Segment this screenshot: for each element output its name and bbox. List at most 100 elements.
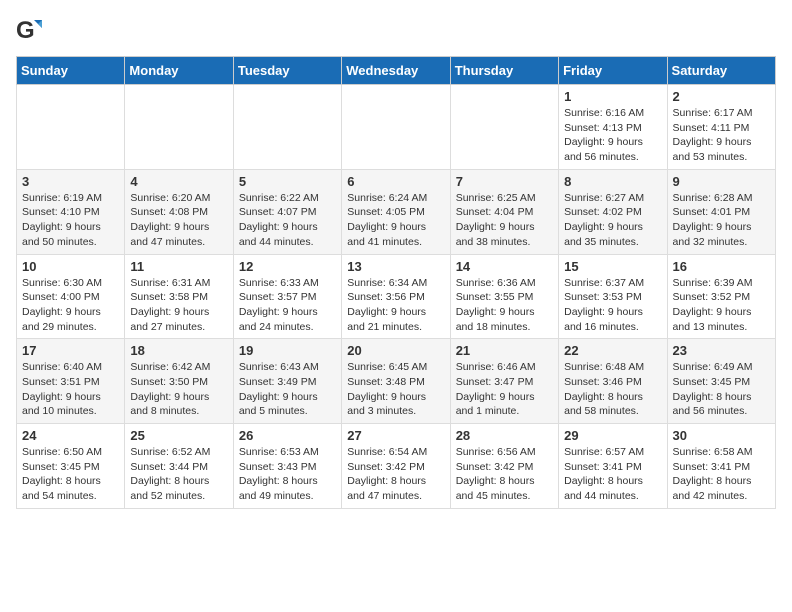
calendar-cell: 25Sunrise: 6:52 AM Sunset: 3:44 PM Dayli…: [125, 424, 233, 509]
calendar-cell: 3Sunrise: 6:19 AM Sunset: 4:10 PM Daylig…: [17, 169, 125, 254]
day-number: 18: [130, 343, 227, 358]
calendar-day-header: Sunday: [17, 57, 125, 85]
calendar-cell: 12 Sunrise: 6:33 AM Sunset: 3:57 PM Dayli…: [233, 254, 341, 339]
calendar-week-row: 3Sunrise: 6:19 AM Sunset: 4:10 PM Daylig…: [17, 169, 776, 254]
day-number: 24: [22, 428, 119, 443]
day-number: 11: [130, 259, 227, 274]
logo: G: [16, 16, 50, 46]
day-number: 3: [22, 174, 119, 189]
calendar-cell: 15 Sunrise: 6:37 AM Sunset: 3:53 PM Dayli…: [559, 254, 667, 339]
calendar-cell: 21Sunrise: 6:46 AM Sunset: 3:47 PM Dayli…: [450, 339, 558, 424]
calendar-day-header: Wednesday: [342, 57, 450, 85]
calendar-cell: 19 Sunrise: 6:43 AM Sunset: 3:49 PM Dayli…: [233, 339, 341, 424]
calendar-cell: 22 Sunrise: 6:48 AM Sunset: 3:46 PM Dayli…: [559, 339, 667, 424]
day-info: Sunrise: 6:36 AM Sunset: 3:55 PM Dayligh…: [456, 276, 553, 335]
day-info: Sunrise: 6:53 AM Sunset: 3:43 PM Dayligh…: [239, 445, 336, 504]
day-number: 5: [239, 174, 336, 189]
calendar-cell: 29Sunrise: 6:57 AM Sunset: 3:41 PM Dayli…: [559, 424, 667, 509]
calendar-cell: 20 Sunrise: 6:45 AM Sunset: 3:48 PM Dayli…: [342, 339, 450, 424]
calendar-header-row: SundayMondayTuesdayWednesdayThursdayFrid…: [17, 57, 776, 85]
calendar-body: 1 Sunrise: 6:16 AM Sunset: 4:13 PM Daylig…: [17, 85, 776, 509]
day-number: 30: [673, 428, 770, 443]
calendar-week-row: 10 Sunrise: 6:30 AM Sunset: 4:00 PM Dayli…: [17, 254, 776, 339]
day-number: 6: [347, 174, 444, 189]
calendar-cell: 13 Sunrise: 6:34 AM Sunset: 3:56 PM Dayli…: [342, 254, 450, 339]
day-info: Sunrise: 6:28 AM Sunset: 4:01 PM Dayligh…: [673, 191, 770, 250]
day-info: Sunrise: 6:37 AM Sunset: 3:53 PM Dayligh…: [564, 276, 661, 335]
day-number: 25: [130, 428, 227, 443]
day-info: Sunrise: 6:46 AM Sunset: 3:47 PM Dayligh…: [456, 360, 553, 419]
day-info: Sunrise: 6:16 AM Sunset: 4:13 PM Dayligh…: [564, 106, 661, 165]
calendar-cell: 14 Sunrise: 6:36 AM Sunset: 3:55 PM Dayli…: [450, 254, 558, 339]
day-number: 7: [456, 174, 553, 189]
day-number: 17: [22, 343, 119, 358]
day-info: Sunrise: 6:17 AM Sunset: 4:11 PM Dayligh…: [673, 106, 770, 165]
calendar-cell: 16 Sunrise: 6:39 AM Sunset: 3:52 PM Dayli…: [667, 254, 775, 339]
day-info: Sunrise: 6:20 AM Sunset: 4:08 PM Dayligh…: [130, 191, 227, 250]
day-number: 22: [564, 343, 661, 358]
day-number: 4: [130, 174, 227, 189]
day-info: Sunrise: 6:39 AM Sunset: 3:52 PM Dayligh…: [673, 276, 770, 335]
day-number: 16: [673, 259, 770, 274]
header: G: [16, 16, 776, 46]
calendar-week-row: 24Sunrise: 6:50 AM Sunset: 3:45 PM Dayli…: [17, 424, 776, 509]
day-info: Sunrise: 6:40 AM Sunset: 3:51 PM Dayligh…: [22, 360, 119, 419]
day-info: Sunrise: 6:57 AM Sunset: 3:41 PM Dayligh…: [564, 445, 661, 504]
day-info: Sunrise: 6:45 AM Sunset: 3:48 PM Dayligh…: [347, 360, 444, 419]
calendar-cell: 9 Sunrise: 6:28 AM Sunset: 4:01 PM Daylig…: [667, 169, 775, 254]
day-number: 23: [673, 343, 770, 358]
calendar-cell: 17 Sunrise: 6:40 AM Sunset: 3:51 PM Dayli…: [17, 339, 125, 424]
calendar-cell: [342, 85, 450, 170]
day-info: Sunrise: 6:22 AM Sunset: 4:07 PM Dayligh…: [239, 191, 336, 250]
calendar-cell: [233, 85, 341, 170]
day-number: 12: [239, 259, 336, 274]
day-info: Sunrise: 6:25 AM Sunset: 4:04 PM Dayligh…: [456, 191, 553, 250]
calendar-cell: 26 Sunrise: 6:53 AM Sunset: 3:43 PM Dayli…: [233, 424, 341, 509]
day-number: 15: [564, 259, 661, 274]
day-number: 28: [456, 428, 553, 443]
calendar-cell: 27 Sunrise: 6:54 AM Sunset: 3:42 PM Dayli…: [342, 424, 450, 509]
calendar-cell: 24Sunrise: 6:50 AM Sunset: 3:45 PM Dayli…: [17, 424, 125, 509]
calendar-cell: 6 Sunrise: 6:24 AM Sunset: 4:05 PM Daylig…: [342, 169, 450, 254]
calendar-cell: 2 Sunrise: 6:17 AM Sunset: 4:11 PM Daylig…: [667, 85, 775, 170]
day-info: Sunrise: 6:33 AM Sunset: 3:57 PM Dayligh…: [239, 276, 336, 335]
calendar-cell: 28 Sunrise: 6:56 AM Sunset: 3:42 PM Dayli…: [450, 424, 558, 509]
calendar-day-header: Thursday: [450, 57, 558, 85]
calendar-cell: 23Sunrise: 6:49 AM Sunset: 3:45 PM Dayli…: [667, 339, 775, 424]
day-number: 2: [673, 89, 770, 104]
day-info: Sunrise: 6:30 AM Sunset: 4:00 PM Dayligh…: [22, 276, 119, 335]
day-number: 26: [239, 428, 336, 443]
day-number: 20: [347, 343, 444, 358]
calendar-table: SundayMondayTuesdayWednesdayThursdayFrid…: [16, 56, 776, 509]
day-info: Sunrise: 6:27 AM Sunset: 4:02 PM Dayligh…: [564, 191, 661, 250]
calendar-cell: [125, 85, 233, 170]
day-info: Sunrise: 6:56 AM Sunset: 3:42 PM Dayligh…: [456, 445, 553, 504]
day-info: Sunrise: 6:48 AM Sunset: 3:46 PM Dayligh…: [564, 360, 661, 419]
day-info: Sunrise: 6:54 AM Sunset: 3:42 PM Dayligh…: [347, 445, 444, 504]
day-number: 8: [564, 174, 661, 189]
logo-globe-icon: G: [16, 16, 46, 46]
day-info: Sunrise: 6:43 AM Sunset: 3:49 PM Dayligh…: [239, 360, 336, 419]
calendar-cell: 8 Sunrise: 6:27 AM Sunset: 4:02 PM Daylig…: [559, 169, 667, 254]
day-number: 9: [673, 174, 770, 189]
calendar-cell: 10 Sunrise: 6:30 AM Sunset: 4:00 PM Dayli…: [17, 254, 125, 339]
day-info: Sunrise: 6:34 AM Sunset: 3:56 PM Dayligh…: [347, 276, 444, 335]
day-number: 27: [347, 428, 444, 443]
calendar-cell: 1 Sunrise: 6:16 AM Sunset: 4:13 PM Daylig…: [559, 85, 667, 170]
calendar-cell: 4 Sunrise: 6:20 AM Sunset: 4:08 PM Daylig…: [125, 169, 233, 254]
day-number: 19: [239, 343, 336, 358]
day-number: 10: [22, 259, 119, 274]
calendar-cell: [450, 85, 558, 170]
day-info: Sunrise: 6:24 AM Sunset: 4:05 PM Dayligh…: [347, 191, 444, 250]
day-number: 14: [456, 259, 553, 274]
calendar-day-header: Friday: [559, 57, 667, 85]
calendar-cell: 7 Sunrise: 6:25 AM Sunset: 4:04 PM Daylig…: [450, 169, 558, 254]
calendar-day-header: Tuesday: [233, 57, 341, 85]
calendar-cell: 30Sunrise: 6:58 AM Sunset: 3:41 PM Dayli…: [667, 424, 775, 509]
day-number: 13: [347, 259, 444, 274]
day-info: Sunrise: 6:31 AM Sunset: 3:58 PM Dayligh…: [130, 276, 227, 335]
calendar-day-header: Saturday: [667, 57, 775, 85]
day-info: Sunrise: 6:42 AM Sunset: 3:50 PM Dayligh…: [130, 360, 227, 419]
day-number: 1: [564, 89, 661, 104]
calendar-cell: 5 Sunrise: 6:22 AM Sunset: 4:07 PM Daylig…: [233, 169, 341, 254]
